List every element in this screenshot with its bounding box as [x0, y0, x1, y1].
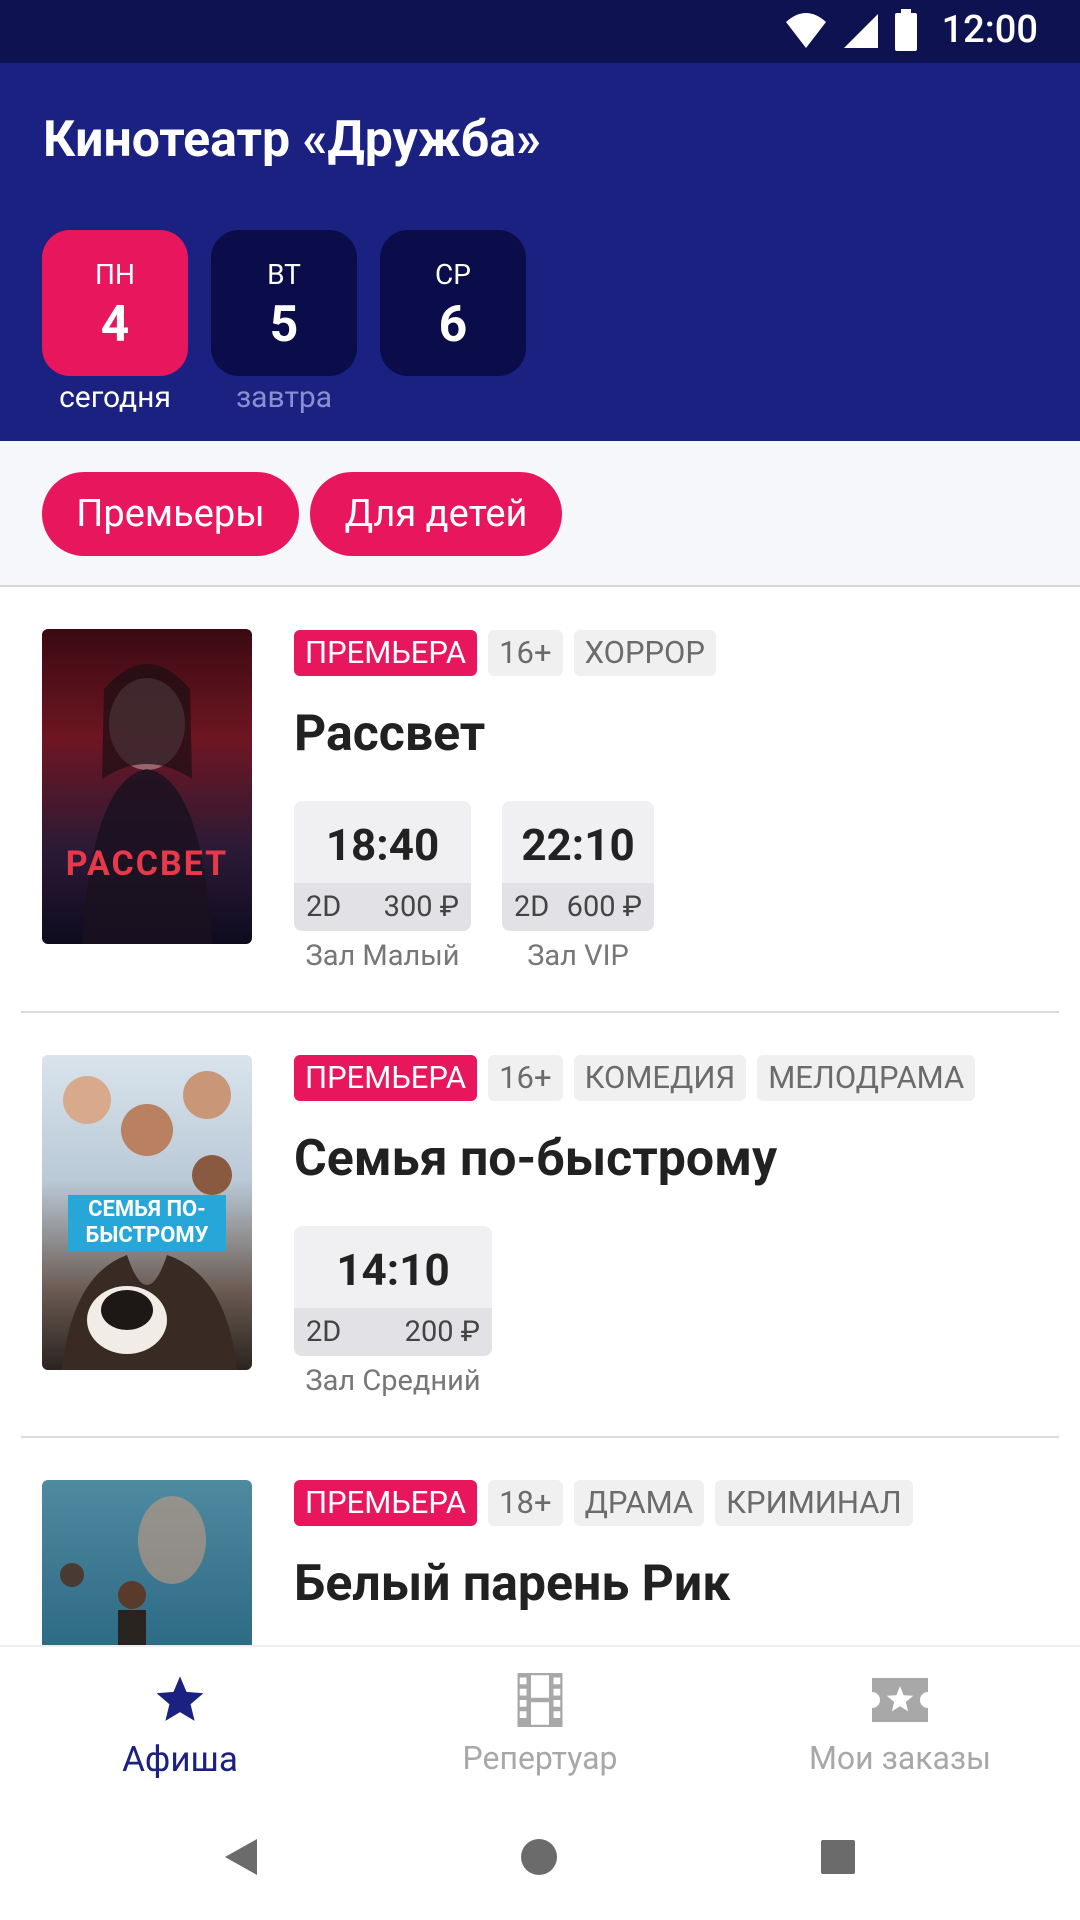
home-icon[interactable] — [520, 1838, 558, 1876]
film-icon — [517, 1673, 563, 1727]
filter-bar: Премьеры Для детей — [0, 441, 1080, 587]
day-caption: завтра — [235, 380, 333, 415]
day-number: 4 — [100, 296, 130, 354]
ticket-icon — [872, 1678, 928, 1722]
page-title: Кинотеатр «Дружба» — [43, 111, 541, 169]
poster-figure-icon — [82, 664, 212, 944]
clock: 12:00 — [941, 8, 1038, 52]
hall-name: Зал VIP — [527, 939, 629, 973]
genre-badge: КОМЕДИЯ — [573, 1055, 747, 1101]
poster-title-text: СЕМЬЯ ПО-БЫСТРОМУ — [68, 1195, 226, 1251]
session-slot[interactable]: 14:10 2D 200 ₽ Зал Средний — [294, 1226, 492, 1398]
day-of-week: ВТ — [267, 258, 301, 291]
movie-card[interactable]: РАССВЕТ ПРЕМЬЕРА 16+ ХОРРОР Рассвет 18:4… — [0, 587, 1080, 1012]
session-slot[interactable]: 18:40 2D 300 ₽ Зал Малый — [294, 801, 471, 973]
nav-label: Мои заказы — [808, 1739, 992, 1777]
movie-title[interactable]: Белый парень Рик — [294, 1555, 730, 1613]
day-tab-wednesday[interactable]: СР 6 — [380, 230, 526, 376]
nav-label: Афиша — [122, 1739, 238, 1780]
session-price: 600 ₽ — [566, 890, 642, 924]
signal-icon — [843, 14, 878, 48]
age-rating-badge: 16+ — [488, 1055, 563, 1101]
genre-badge: ХОРРОР — [573, 630, 716, 676]
nav-my-orders[interactable]: Мои заказы — [750, 1671, 1050, 1777]
session-price: 300 ₽ — [383, 890, 459, 924]
session-price: 200 ₽ — [404, 1315, 480, 1349]
movie-poster[interactable]: РАССВЕТ — [42, 629, 252, 944]
day-tab-tuesday[interactable]: ВТ 5 — [211, 230, 357, 376]
genre-badge: КРИМИНАЛ — [715, 1480, 913, 1526]
day-caption: сегодня — [59, 380, 171, 415]
age-rating-badge: 16+ — [488, 630, 563, 676]
movie-poster[interactable]: СЕМЬЯ ПО-БЫСТРОМУ — [42, 1055, 252, 1370]
status-bar: 12:00 — [0, 0, 1080, 63]
session-format: 2D — [306, 1315, 342, 1349]
day-of-week: ПН — [95, 258, 135, 291]
movie-poster[interactable] — [42, 1480, 252, 1645]
filter-premieres-chip[interactable]: Премьеры — [42, 472, 299, 556]
tag-list: ПРЕМЬЕРА 18+ ДРАМА КРИМИНАЛ — [294, 1480, 913, 1526]
recents-icon[interactable] — [821, 1840, 855, 1874]
movie-title[interactable]: Рассвет — [294, 705, 485, 763]
premiere-badge: ПРЕМЬЕРА — [294, 1480, 478, 1526]
nav-label: Репертуар — [462, 1739, 618, 1777]
session-time: 14:10 — [336, 1244, 450, 1296]
nav-afisha[interactable]: Афиша — [30, 1671, 330, 1780]
bottom-navigation: Афиша Репертуар Мои заказы — [0, 1645, 1080, 1797]
app-header: Кинотеатр «Дружба» ПН 4 сегодня ВТ 5 зав… — [0, 63, 1080, 441]
system-navigation-bar — [0, 1795, 1080, 1920]
hall-name: Зал Средний — [305, 1364, 481, 1398]
session-format: 2D — [514, 890, 550, 924]
tag-list: ПРЕМЬЕРА 16+ ХОРРОР — [294, 630, 716, 676]
session-slot[interactable]: 22:10 2D 600 ₽ Зал VIP — [502, 801, 654, 973]
day-of-week: СР — [435, 258, 471, 291]
nav-repertoire[interactable]: Репертуар — [390, 1671, 690, 1777]
movie-card[interactable]: СЕМЬЯ ПО-БЫСТРОМУ ПРЕМЬЕРА 16+ КОМЕДИЯ М… — [0, 1013, 1080, 1437]
wifi-icon — [785, 13, 826, 48]
filter-kids-chip[interactable]: Для детей — [310, 472, 562, 556]
premiere-badge: ПРЕМЬЕРА — [294, 630, 478, 676]
movie-title[interactable]: Семья по-быстрому — [294, 1130, 777, 1188]
genre-badge: ДРАМА — [573, 1480, 705, 1526]
day-number: 5 — [269, 296, 299, 354]
tag-list: ПРЕМЬЕРА 16+ КОМЕДИЯ МЕЛОДРАМА — [294, 1055, 976, 1101]
session-time: 18:40 — [325, 819, 440, 871]
genre-badge: МЕЛОДРАМА — [757, 1055, 976, 1101]
movie-card[interactable]: ПРЕМЬЕРА 18+ ДРАМА КРИМИНАЛ Белый парень… — [0, 1438, 1080, 1645]
battery-icon — [894, 9, 917, 51]
session-format: 2D — [306, 890, 342, 924]
hall-name: Зал Малый — [305, 939, 460, 973]
session-time: 22:10 — [521, 819, 635, 871]
day-number: 6 — [438, 296, 468, 354]
poster-figure-icon — [60, 1496, 206, 1645]
star-icon — [156, 1676, 204, 1721]
back-icon[interactable] — [223, 1837, 259, 1877]
day-tab-monday[interactable]: ПН 4 — [42, 230, 188, 376]
premiere-badge: ПРЕМЬЕРА — [294, 1055, 478, 1101]
poster-title-text: РАССВЕТ — [65, 844, 229, 884]
age-rating-badge: 18+ — [488, 1480, 563, 1526]
